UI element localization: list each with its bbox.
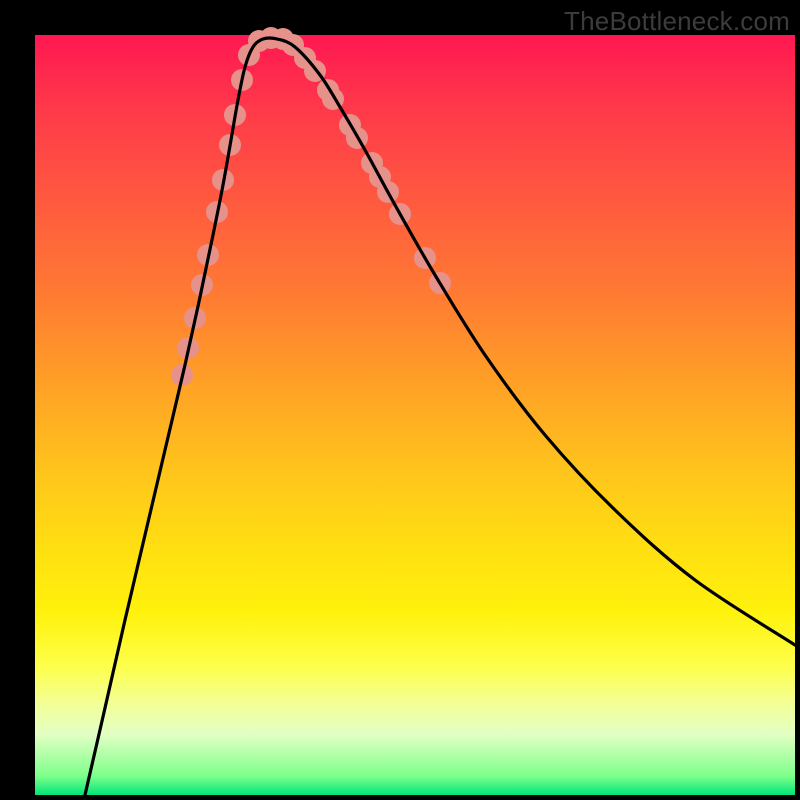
chart-frame: TheBottleneck.com <box>0 0 800 800</box>
plot-area <box>35 35 795 795</box>
bottleneck-curve <box>85 38 795 795</box>
watermark-text: TheBottleneck.com <box>564 6 790 37</box>
curve-svg <box>35 35 795 795</box>
markers-group <box>171 27 451 386</box>
